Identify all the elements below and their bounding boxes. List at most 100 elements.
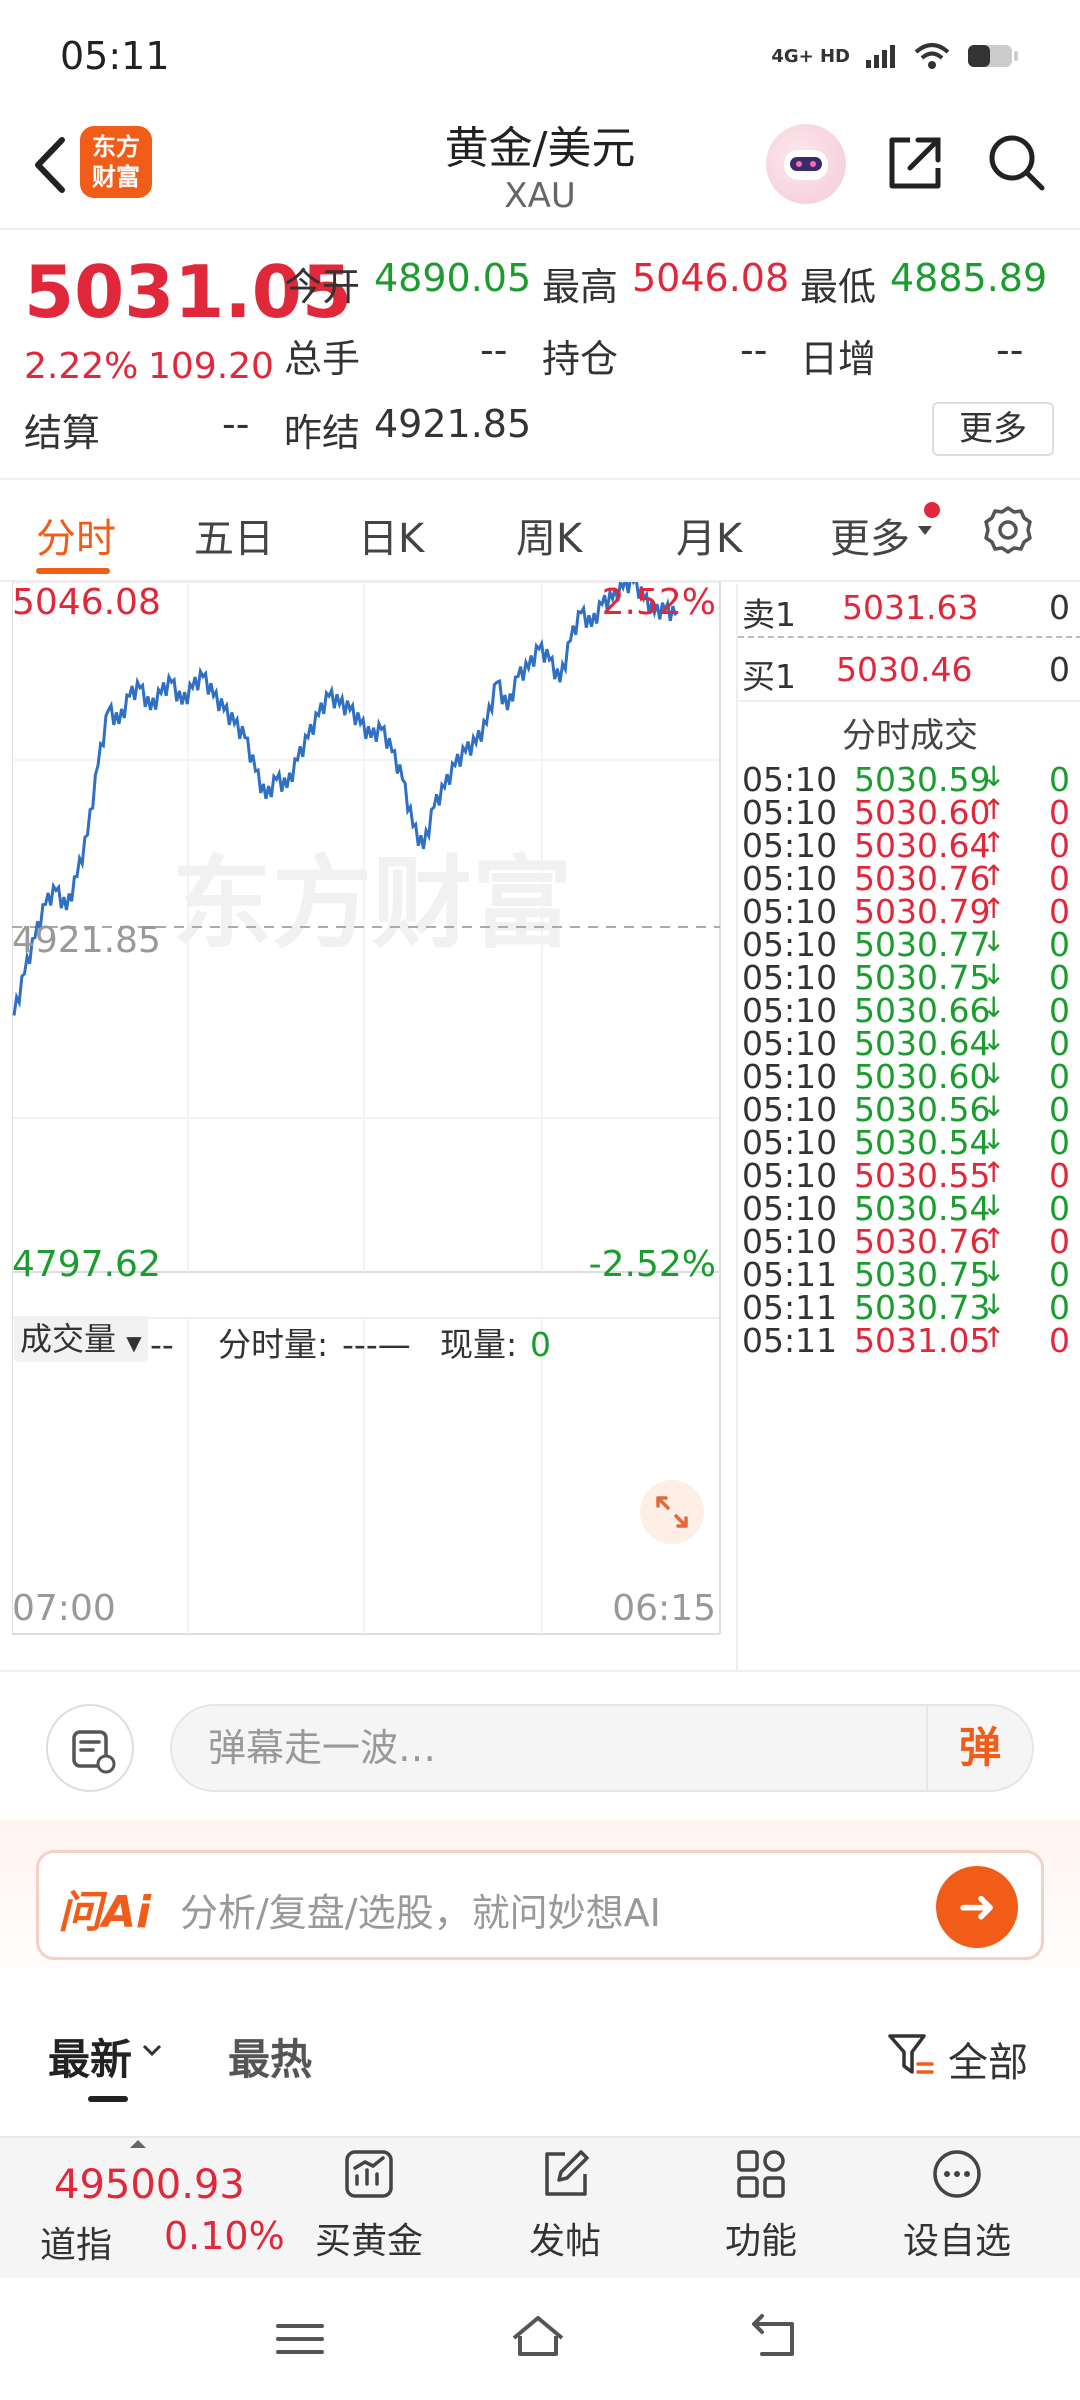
post-edit-icon [545,2150,589,2196]
ai-robot-icon[interactable] [766,124,846,204]
wifi-icon [914,43,950,69]
functions-grid-icon [737,2150,785,2198]
arrow-up-icon: ↑ [982,826,1006,859]
buy-gold-icon [345,2150,393,2198]
arrow-up-icon: ↑ [982,892,1006,925]
feed-tab-latest[interactable]: 最新 [48,2026,132,2087]
settings-gear-icon[interactable] [980,502,1036,558]
order-book-divider [738,636,1080,638]
notification-dot [924,502,940,518]
page-subtitle: XAU [504,176,576,216]
chart-watermark: 东方财富 [172,845,572,962]
arrow-down-icon: ↓ [982,1189,1006,1222]
brand-logo[interactable]: 东方 财富 [80,126,152,198]
ask-volume: 0 [1049,588,1070,627]
back-nav-icon[interactable] [744,2310,808,2364]
tab-five-day[interactable]: 五日 [194,506,274,564]
ask-label: 卖1 [742,595,796,634]
ai-input-placeholder[interactable]: 分析/复盘/选股，就问妙想AI [180,1882,661,1937]
active-tab-indicator [36,568,110,574]
quote-more-button[interactable]: 更多 [932,402,1054,456]
divider [0,478,1080,480]
tab-monthly-k[interactable]: 月K [676,506,742,564]
post-label: 发帖 [528,2221,601,2262]
functions-label: 功能 [724,2221,797,2262]
low-label: 最低 [800,265,877,309]
high-label: 最高 [542,265,619,309]
filter-icon[interactable] [886,2030,936,2084]
tab-daily-k[interactable]: 日K [358,506,424,564]
low-value: 4885.89 [890,256,1048,300]
open-label: 今开 [284,265,361,309]
share-icon[interactable] [880,128,950,198]
caret-up-icon [130,2140,146,2148]
minute-volume-value: ---— [342,1325,411,1364]
chart-top-pct: 2.52% [602,582,716,623]
danmaku-send-button[interactable]: 弹 [926,1706,1032,1790]
position-value: -- [740,328,768,372]
divider [738,700,1080,702]
settle-label: 结算 [24,411,101,455]
search-icon[interactable] [982,128,1052,198]
arrow-down-icon: ↓ [982,1255,1006,1288]
expand-icon[interactable] [640,1480,704,1544]
high-value: 5046.08 [632,256,790,300]
volume-value: -- [150,1325,174,1364]
volume-indicator-label: 成交量 [20,1320,117,1358]
filter-all-label[interactable]: 全部 [948,2030,1028,2088]
tab-more[interactable]: 更多 [830,506,910,564]
functions-button[interactable]: 功能 [686,2146,836,2264]
volume-value: -- [480,328,508,372]
dow-index-name[interactable]: 道指 [40,2216,112,2268]
arrow-down-icon: ↓ [982,1090,1006,1123]
back-button[interactable] [24,130,84,200]
signal-icon [866,45,895,68]
tab-weekly-k[interactable]: 周K [516,506,582,564]
active-feed-indicator [88,2096,128,2102]
arrow-down-icon: ↓ [982,760,1006,793]
network-label: 4G+ HD [771,45,850,67]
status-time: 05:11 [60,34,170,78]
trade-price: 5031.05 [854,1321,991,1360]
volume-indicator-dropdown[interactable]: 成交量 ▼ [14,1316,148,1362]
chevron-down-icon[interactable] [142,2044,162,2058]
menu-icon[interactable] [270,2314,330,2364]
chart-bottom-value: 4797.62 [12,1244,161,1285]
add-watchlist-button[interactable]: 设自选 [882,2146,1032,2264]
post-button[interactable]: 发帖 [490,2146,640,2264]
open-value: 4890.05 [374,256,532,300]
minute-volume-label: 分时量: [218,1325,328,1364]
arrow-up-icon: ↑ [982,1321,1006,1354]
danmaku-list-button[interactable] [46,1704,134,1792]
arrow-down-icon: ↓ [982,958,1006,991]
arrow-down-icon: ↓ [982,925,1006,958]
feed-tab-hot[interactable]: 最热 [228,2026,312,2087]
bid-volume: 0 [1049,650,1070,689]
dow-index-pct[interactable]: 0.10% [164,2214,285,2258]
dropdown-caret-icon: ▼ [126,1331,142,1355]
chart-end-time: 06:15 [612,1588,716,1629]
ai-submit-button[interactable]: ➜ [936,1866,1018,1948]
daily-inc-label: 日增 [800,337,877,381]
daily-inc-value: -- [996,328,1024,372]
danmaku-input[interactable]: 弹幕走一波… [170,1704,1034,1792]
danmaku-list-icon [72,1730,116,1774]
chart-bottom-pct: -2.52% [589,1244,716,1285]
dow-index-value[interactable]: 49500.93 [54,2162,245,2208]
trades-title: 分时成交 [842,716,978,756]
status-icons: 4G+ HD [771,40,1020,72]
divider [0,1670,1080,1672]
buy-gold-label: 买黄金 [314,2221,423,2262]
bid-price: 5030.46 [836,650,973,689]
intraday-chart[interactable]: 东方财富 5046.08 2.52% 4921.85 4797.62 -2.52… [12,582,732,1672]
prev-settle-label: 昨结 [284,411,361,455]
add-watchlist-label: 设自选 [902,2221,1011,2262]
arrow-down-icon: ↓ [982,991,1006,1024]
trade-row: 05:11 5031.05 ↑ 0 [738,1321,1080,1371]
arrow-up-icon: ↑ [982,1156,1006,1189]
volume-label: 总手 [284,337,361,381]
buy-gold-button[interactable]: 买黄金 [294,2146,444,2264]
arrow-up-icon: ↑ [982,793,1006,826]
home-icon[interactable] [506,2308,570,2364]
tab-intraday[interactable]: 分时 [36,506,116,564]
